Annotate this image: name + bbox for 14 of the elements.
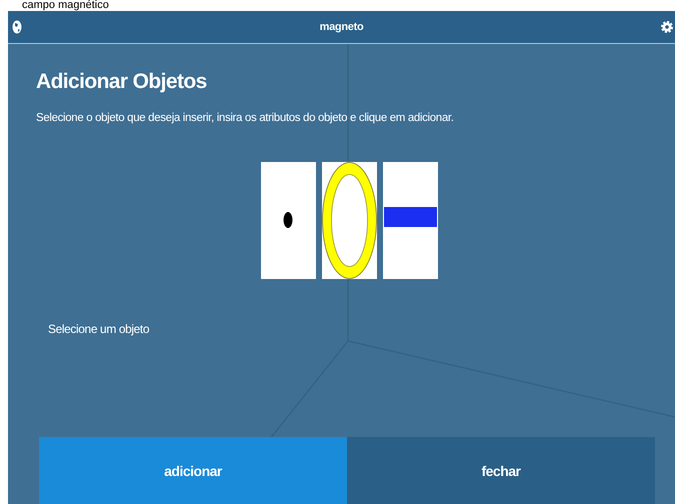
bar-icon bbox=[384, 207, 437, 227]
object-option[interactable] bbox=[322, 162, 377, 279]
settings-icon[interactable] bbox=[661, 20, 673, 34]
app-title: magneto bbox=[320, 21, 364, 33]
add-button[interactable]: adicionar bbox=[39, 437, 347, 504]
dialog-title: Adicionar Objetos bbox=[36, 70, 208, 94]
instruction-text: Selecione o objeto que deseja inserir, insira os atributos do objeto e clique em adicionar. bbox=[36, 112, 455, 124]
object-option[interactable] bbox=[383, 162, 438, 279]
page-caption: campo magnético bbox=[21, 0, 110, 11]
close-button[interactable]: fechar bbox=[347, 437, 655, 504]
ring-icon bbox=[322, 162, 377, 279]
globe-icon[interactable] bbox=[12, 20, 22, 34]
dot-icon bbox=[284, 212, 292, 228]
prompt-text: Selecione um objeto bbox=[48, 322, 150, 336]
